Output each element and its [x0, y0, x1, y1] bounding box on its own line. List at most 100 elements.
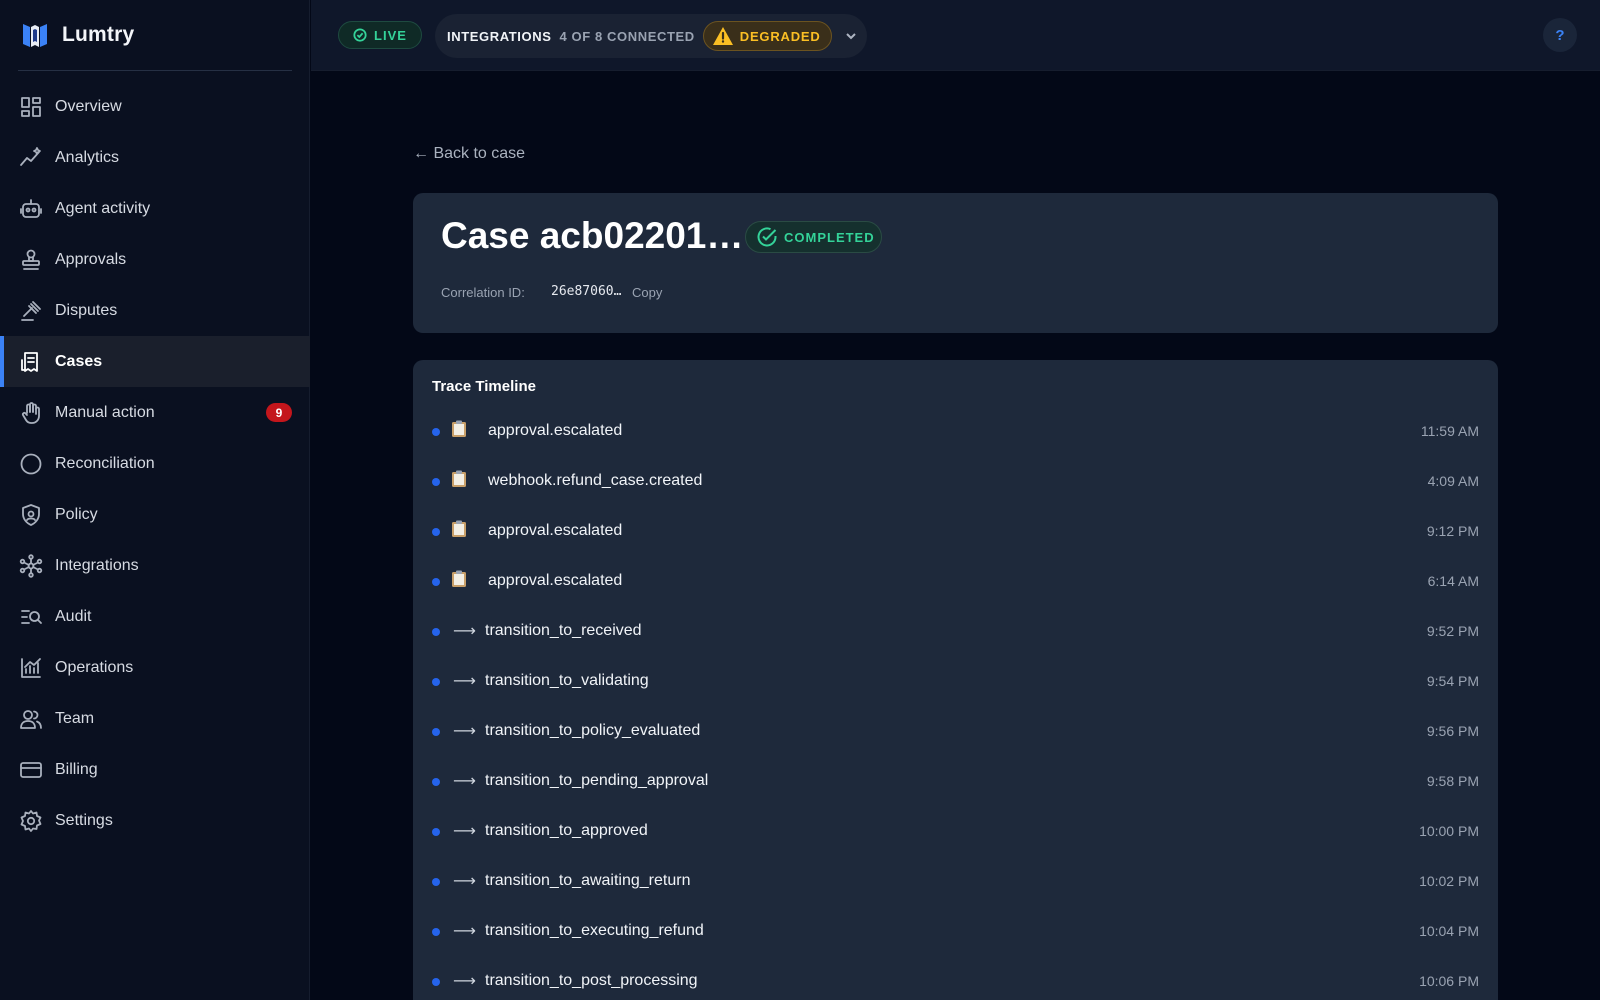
sidebar-item-label: Reconciliation: [55, 454, 155, 472]
timeline-event-time: 9:12 PM: [1426, 523, 1479, 539]
timeline-event[interactable]: approval.escalated 11:59 AM: [413, 407, 1498, 457]
page-title: Case acb02201…: [441, 215, 744, 256]
timeline-dot: [432, 878, 440, 886]
sidebar-item-operations[interactable]: Operations: [0, 642, 310, 693]
trace-timeline-card: Trace Timeline approval.escalated 11:59 …: [413, 360, 1498, 1000]
check-circle-icon: [757, 227, 777, 247]
timeline-event-name: approval.escalated: [488, 522, 623, 539]
timeline-event[interactable]: ⟶ transition_to_executing_refund 10:04 P…: [413, 907, 1498, 957]
degraded-label: DEGRADED: [739, 28, 821, 44]
sidebar-item-approvals[interactable]: Approvals: [0, 234, 310, 285]
timeline-event-name: webhook.refund_case.created: [488, 472, 703, 489]
network-icon: [18, 553, 44, 579]
sidebar-item-analytics[interactable]: Analytics: [0, 132, 310, 183]
timeline-title: Trace Timeline: [432, 378, 536, 395]
sidebar-item-manual-action[interactable]: Manual action 9: [0, 387, 310, 438]
timeline-dot: [432, 828, 440, 836]
timeline-event-name: transition_to_validating: [485, 672, 649, 689]
arrow-right-icon: ⟶: [453, 973, 476, 990]
arrow-right-icon: ⟶: [453, 923, 476, 940]
brand[interactable]: Lumtry: [0, 0, 291, 70]
copy-button[interactable]: Copy: [632, 285, 662, 300]
timeline-event[interactable]: ⟶ transition_to_pending_approval 9:58 PM: [413, 757, 1498, 807]
timeline-event-time: 9:58 PM: [1426, 773, 1479, 789]
timeline-event-name: transition_to_executing_refund: [485, 922, 704, 939]
sidebar-item-label: Analytics: [55, 148, 120, 166]
arrow-right-icon: ⟶: [453, 623, 476, 640]
timeline-dot: [432, 628, 440, 636]
check-circle-icon: [353, 28, 367, 42]
manual-action-count-badge: 9: [266, 403, 292, 422]
timeline-event[interactable]: approval.escalated 9:12 PM: [413, 507, 1498, 557]
status-label: COMPLETED: [784, 229, 875, 245]
clipboard-icon: [451, 420, 471, 442]
sidebar-item-billing[interactable]: Billing: [0, 744, 310, 795]
integrations-label: INTEGRATIONS: [447, 28, 552, 44]
sidebar-item-label: Overview: [55, 97, 122, 115]
chevron-down-icon[interactable]: [844, 29, 858, 43]
arrow-right-icon: ⟶: [453, 723, 476, 740]
grid-icon: [18, 94, 44, 120]
warning-icon: [712, 27, 733, 45]
sidebar-item-label: Audit: [55, 607, 92, 625]
sidebar-item-cases[interactable]: Cases: [0, 336, 310, 387]
timeline-event[interactable]: ⟶ transition_to_policy_evaluated 9:56 PM: [413, 707, 1498, 757]
arrow-right-icon: ⟶: [453, 773, 476, 790]
correlation-id-value: 26e87060…: [551, 284, 622, 299]
timeline-event-name: transition_to_post_processing: [485, 972, 698, 989]
users-icon: [18, 706, 44, 732]
timeline-dot: [432, 928, 440, 936]
sidebar-item-team[interactable]: Team: [0, 693, 310, 744]
sidebar-nav: Overview Analytics Agent activity Approv…: [0, 81, 310, 846]
timeline-event-time: 9:56 PM: [1426, 723, 1479, 739]
arrow-right-icon: ⟶: [453, 823, 476, 840]
sidebar-item-disputes[interactable]: Disputes: [0, 285, 310, 336]
gear-icon: [18, 808, 44, 834]
card-icon: [18, 757, 44, 783]
timeline-event-name: transition_to_pending_approval: [485, 772, 709, 789]
sidebar-item-label: Operations: [55, 658, 134, 676]
sidebar-item-integrations[interactable]: Integrations: [0, 540, 310, 591]
live-status-pill[interactable]: LIVE: [338, 21, 422, 49]
timeline-event[interactable]: ⟶ transition_to_awaiting_return 10:02 PM: [413, 857, 1498, 907]
hand-icon: [18, 400, 44, 426]
sidebar-item-audit[interactable]: Audit: [0, 591, 310, 642]
clipboard-icon: [451, 570, 471, 592]
timeline-event[interactable]: webhook.refund_case.created 4:09 AM: [413, 457, 1498, 507]
timeline-dot: [432, 428, 440, 436]
lumtry-logo-icon: [23, 24, 47, 47]
timeline-dot: [432, 478, 440, 486]
timeline-event[interactable]: ⟶ transition_to_received 9:52 PM: [413, 607, 1498, 657]
timeline-dot: [432, 778, 440, 786]
timeline-event-name: transition_to_policy_evaluated: [485, 722, 701, 739]
timeline-event-time: 10:06 PM: [1419, 973, 1479, 989]
search-list-icon: [18, 604, 44, 630]
sidebar-item-settings[interactable]: Settings: [0, 795, 310, 846]
degraded-badge[interactable]: DEGRADED: [702, 21, 832, 51]
timeline-event-time: 10:04 PM: [1419, 923, 1479, 939]
timeline-event[interactable]: ⟶ transition_to_post_processing 10:06 PM: [413, 957, 1498, 1000]
status-badge: COMPLETED: [745, 221, 882, 253]
receipt-icon: [18, 349, 44, 375]
shield-icon: [18, 502, 44, 528]
timeline-dot: [432, 578, 440, 586]
timeline-event-name: transition_to_approved: [485, 822, 648, 839]
back-to-case-link[interactable]: ← Back to case: [413, 145, 525, 163]
sidebar-item-agent-activity[interactable]: Agent activity: [0, 183, 310, 234]
timeline-dot: [432, 728, 440, 736]
case-header-card: Case acb02201… COMPLETED Correlation ID:…: [413, 193, 1498, 333]
timeline-event[interactable]: ⟶ transition_to_approved 10:00 PM: [413, 807, 1498, 857]
timeline-event[interactable]: ⟶ transition_to_validating 9:54 PM: [413, 657, 1498, 707]
sidebar-item-reconciliation[interactable]: Reconciliation: [0, 438, 310, 489]
sidebar: Lumtry Overview Analytics Agent activity: [0, 0, 310, 1000]
timeline-event-name: approval.escalated: [488, 422, 623, 439]
sidebar-item-label: Disputes: [55, 301, 118, 319]
sidebar-item-overview[interactable]: Overview: [0, 81, 310, 132]
sidebar-item-label: Billing: [55, 760, 98, 778]
help-button[interactable]: ?: [1543, 18, 1577, 52]
sidebar-item-label: Cases: [55, 352, 103, 370]
timeline-event[interactable]: approval.escalated 6:14 AM: [413, 557, 1498, 607]
sidebar-item-policy[interactable]: Policy: [0, 489, 310, 540]
timeline-dot: [432, 528, 440, 536]
integrations-status[interactable]: INTEGRATIONS 4 OF 8 CONNECTED DEGRADED: [435, 14, 867, 58]
